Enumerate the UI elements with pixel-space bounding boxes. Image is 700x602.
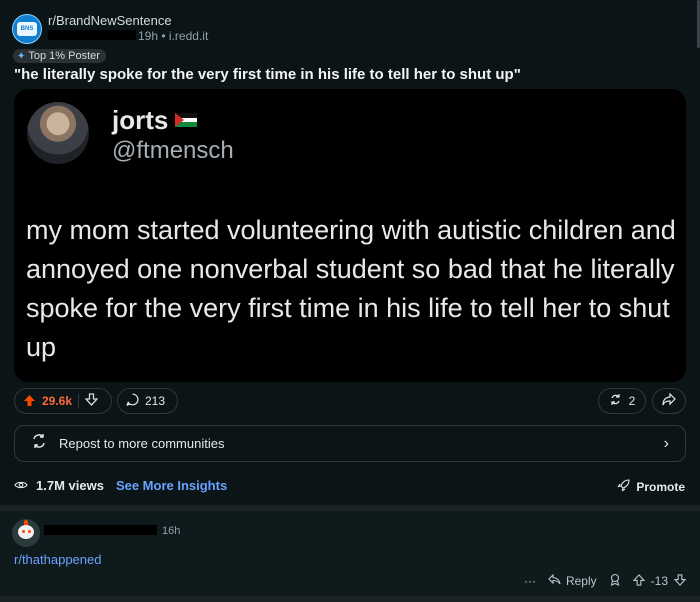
comments-button[interactable]: 213 — [117, 388, 178, 414]
next-item-edge — [0, 596, 700, 602]
share-icon — [609, 393, 622, 409]
more-options-button[interactable]: ··· — [524, 574, 536, 588]
insights-link[interactable]: See More Insights — [116, 478, 227, 493]
comment-age: 16h — [162, 525, 181, 537]
post-card: BNS r/BrandNewSentence 19h • i.redd.it ✦… — [0, 0, 700, 505]
post-title[interactable]: "he literally spoke for the very first t… — [14, 66, 521, 83]
comment-actions: ··· Reply -13 — [524, 573, 687, 589]
flag-icon — [175, 113, 197, 127]
tweet-text: my mom started volunteering with autisti… — [26, 215, 676, 362]
arrow-up-icon[interactable] — [23, 394, 36, 409]
crosspost-button[interactable]: 2 — [598, 388, 646, 414]
comment-bubble-icon — [126, 393, 139, 409]
promote-button[interactable]: Promote — [617, 479, 685, 495]
comment-score: -13 — [650, 574, 668, 588]
vote-separator — [78, 394, 80, 408]
meta-dot: • — [161, 29, 169, 43]
forward-icon — [662, 392, 676, 409]
share-button[interactable] — [652, 388, 686, 414]
tweet-handle: @ftmensch — [112, 137, 234, 164]
upvote-count: 29.6k — [42, 394, 73, 408]
repost-icon — [31, 433, 47, 454]
comment-body[interactable]: r/thathappened — [14, 552, 101, 567]
reply-button[interactable]: Reply — [548, 573, 597, 588]
flair-label: Top 1% Poster — [28, 50, 100, 62]
rocket-icon — [617, 479, 630, 495]
diamond-icon: ✦ — [17, 50, 26, 62]
subreddit-name[interactable]: r/BrandNewSentence — [48, 13, 172, 28]
post-age: 19h — [138, 29, 159, 43]
tweet-avatar — [27, 102, 89, 164]
redacted-username — [48, 30, 136, 40]
reply-label: Reply — [565, 574, 597, 588]
subreddit-logo-icon: BNS — [17, 22, 37, 36]
chevron-right-icon: › — [663, 434, 669, 452]
comment-votes: -13 — [632, 573, 687, 589]
comment-count: 213 — [145, 394, 166, 408]
post-domain[interactable]: i.redd.it — [169, 29, 208, 43]
post-stats: 1.7M views See More Insights — [14, 478, 227, 493]
eye-icon — [14, 478, 28, 493]
arrow-down-icon[interactable] — [673, 573, 687, 589]
arrow-up-icon[interactable] — [632, 573, 645, 589]
promote-label: Promote — [636, 480, 685, 494]
comment-avatar[interactable] — [12, 519, 40, 547]
tweet-display-name: jorts — [112, 105, 169, 135]
reply-icon — [548, 573, 561, 588]
award-icon[interactable] — [609, 573, 621, 589]
post-image[interactable]: jorts @ftmensch my mom started volunteer… — [14, 89, 686, 382]
vote-control: 29.6k — [14, 388, 112, 414]
repost-label: Repost to more communities — [59, 436, 225, 451]
repost-button[interactable]: Repost to more communities › — [14, 425, 686, 462]
view-count: 1.7M views — [36, 478, 104, 493]
comment: 16h r/thathappened ··· Reply -13 — [0, 511, 700, 602]
share-count: 2 — [628, 394, 636, 408]
subreddit-avatar[interactable]: BNS — [12, 14, 42, 44]
redacted-commenter — [44, 525, 157, 535]
post-meta: 19h • i.redd.it — [138, 29, 208, 43]
arrow-down-icon[interactable] — [84, 393, 99, 409]
user-flair: ✦ Top 1% Poster — [13, 49, 106, 63]
